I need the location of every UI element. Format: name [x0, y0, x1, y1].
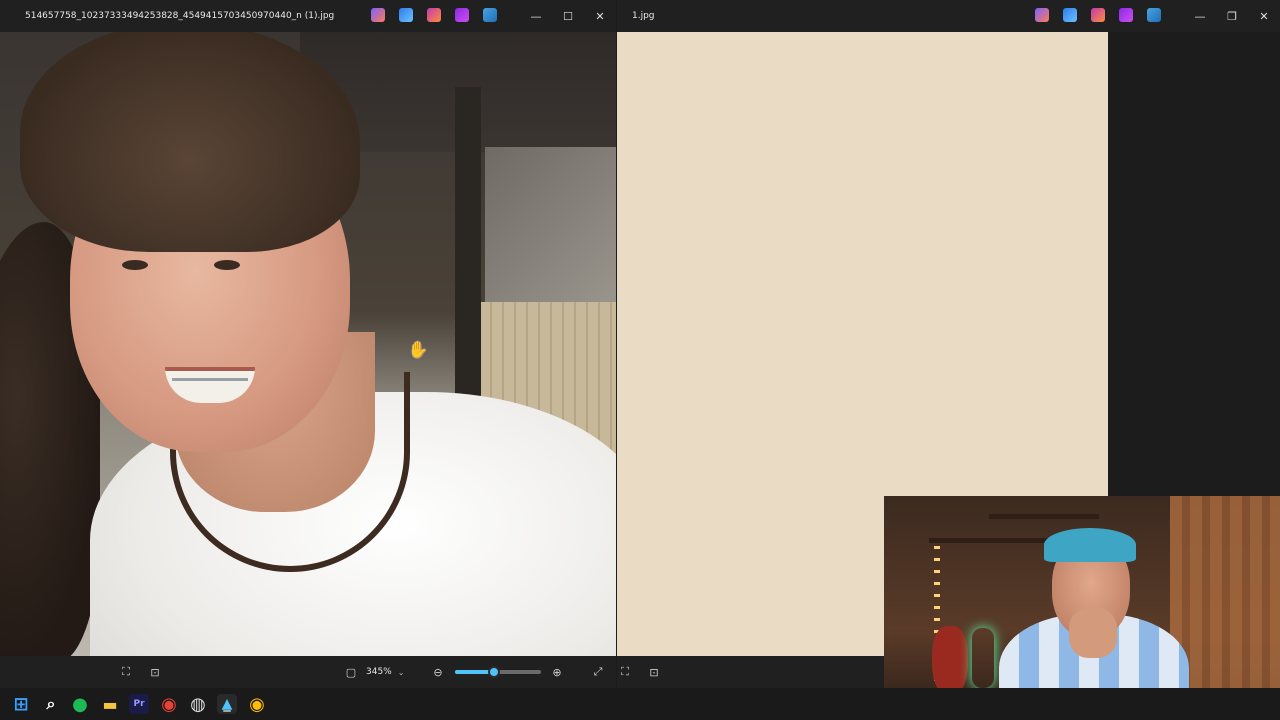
designer-icon[interactable]: [1063, 8, 1077, 22]
search-glyph: ⌕: [46, 694, 56, 713]
spotify-glyph: ●: [72, 693, 88, 715]
window-controls: — ☐ ✕: [520, 0, 616, 32]
chrome-glyph: ◉: [161, 693, 177, 715]
close-button[interactable]: ✕: [584, 0, 616, 32]
taskbar: ⊞ ⌕ ● ▬ Pr ◉ ◍ ▲ ◉: [0, 688, 1280, 720]
search-icon[interactable]: ⌕: [41, 694, 61, 714]
webcam-microphone: [972, 628, 994, 688]
onedrive-icon[interactable]: [1147, 8, 1161, 22]
actual-size-icon[interactable]: ▢: [343, 664, 359, 680]
minimize-button[interactable]: —: [520, 0, 552, 32]
clipchamp-icon[interactable]: [455, 8, 469, 22]
webcam-person-hand: [1069, 608, 1117, 658]
title-bar[interactable]: 514657758_10237333494253828_454941570345…: [0, 0, 616, 32]
file-explorer-glyph: ▬: [102, 694, 118, 714]
window-title: 1.jpg: [632, 11, 655, 21]
start-glyph: ⊞: [13, 693, 29, 715]
clipchamp-icon[interactable]: [1119, 8, 1133, 22]
photo-window-pane: [485, 147, 616, 307]
zoom-in-icon[interactable]: ⊕: [549, 664, 565, 680]
chevron-down-icon: ⌄: [397, 667, 405, 677]
maximize-button[interactable]: ☐: [552, 0, 584, 32]
designer-icon[interactable]: [399, 8, 413, 22]
webcam-overlay: [884, 496, 1280, 720]
paint-icon[interactable]: [1091, 8, 1105, 22]
app-shortcut-icons: [1035, 8, 1161, 22]
fit-view-icon[interactable]: ⛶: [118, 664, 134, 680]
copilot-icon[interactable]: [371, 8, 385, 22]
obs-icon[interactable]: ◍: [188, 693, 208, 715]
photo-left-eye: [122, 260, 148, 270]
ocr-scan-icon[interactable]: ⊡: [646, 664, 662, 680]
start-icon[interactable]: ⊞: [11, 693, 31, 715]
onedrive-icon[interactable]: [483, 8, 497, 22]
zoom-dropdown[interactable]: 345% ⌄: [366, 662, 422, 682]
spotify-icon[interactable]: ●: [70, 693, 90, 715]
chrome-icon[interactable]: ◉: [159, 693, 179, 715]
photo-hair: [20, 32, 360, 252]
image-canvas[interactable]: ✋: [0, 32, 616, 656]
viewer-toolbar: ⛶ ⊡ ▢ 345% ⌄ ⊖ ⊕ ⤢: [0, 656, 616, 688]
zoom-slider[interactable]: [455, 666, 541, 678]
title-bar[interactable]: 1.jpg — ❐ ✕: [617, 0, 1280, 32]
webcam-shelf: [929, 538, 1049, 543]
photo-braces: [172, 378, 248, 381]
premiere-pro-icon[interactable]: Pr: [129, 694, 149, 714]
restore-button[interactable]: ❐: [1216, 0, 1248, 32]
minimize-button[interactable]: —: [1184, 0, 1216, 32]
zoom-level: 345%: [366, 667, 392, 677]
photo-right-eye: [214, 260, 240, 270]
hand-cursor-icon: ✋: [408, 340, 428, 359]
obs-glyph: ◍: [190, 693, 206, 715]
fit-view-icon[interactable]: ⛶: [617, 664, 633, 680]
chrome-profile-glyph: ◉: [249, 693, 265, 715]
close-button[interactable]: ✕: [1248, 0, 1280, 32]
zoom-slider-thumb[interactable]: [487, 666, 500, 678]
window-controls: — ❐ ✕: [1184, 0, 1280, 32]
file-explorer-icon[interactable]: ▬: [100, 694, 120, 714]
image-viewer-window-left: 514657758_10237333494253828_454941570345…: [0, 0, 616, 688]
copilot-icon[interactable]: [1035, 8, 1049, 22]
zoom-out-icon[interactable]: ⊖: [430, 664, 446, 680]
active-indicator: [223, 710, 231, 712]
window-title: 514657758_10237333494253828_454941570345…: [25, 11, 335, 21]
webcam-shelf: [989, 514, 1099, 519]
fullscreen-icon[interactable]: ⤢: [590, 664, 606, 680]
premiere-pro-glyph: Pr: [133, 699, 145, 709]
chrome-profile-icon[interactable]: ◉: [247, 693, 267, 715]
webcam-person-cap: [1044, 528, 1136, 562]
ocr-scan-icon[interactable]: ⊡: [147, 664, 163, 680]
app-shortcut-icons: [371, 8, 497, 22]
webcam-guitar: [932, 626, 968, 696]
paint-icon[interactable]: [427, 8, 441, 22]
photos-icon[interactable]: ▲: [217, 694, 237, 714]
